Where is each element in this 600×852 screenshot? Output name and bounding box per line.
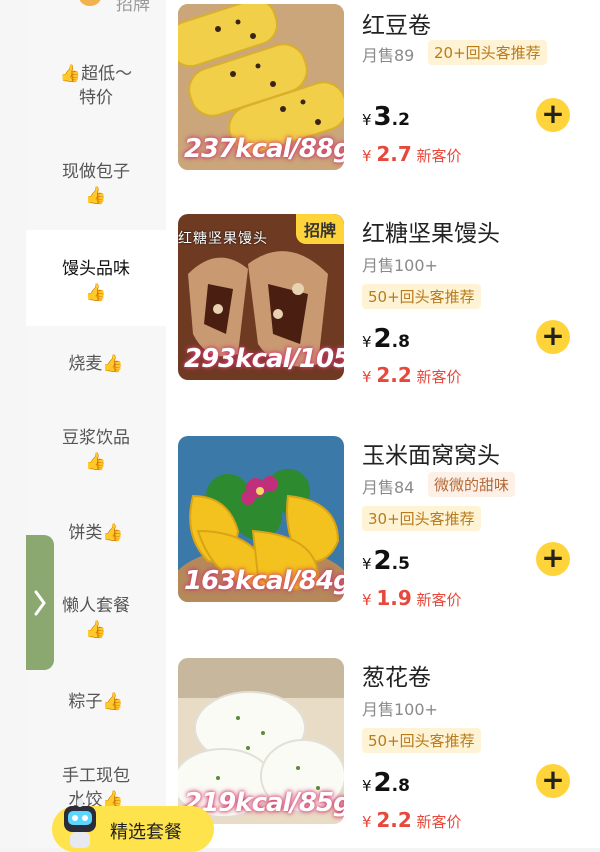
currency-symbol: ¥ (362, 368, 372, 386)
price-integer: 2 (373, 768, 392, 798)
price: ¥3.2 (362, 102, 410, 132)
new-price-value: 2.7 (376, 142, 412, 166)
repeat-customer-tag: 50+回头客推荐 (362, 728, 481, 753)
product-name: 葱花卷 (362, 665, 431, 691)
product-image[interactable]: 红糖坚果馒头 招牌 293kcal/105g (178, 214, 344, 380)
monthly-sales: 月售89 (362, 46, 415, 65)
sidebar-item-label: 特价 (79, 88, 113, 108)
new-customer-price: ¥ 2.2 新客价 (362, 363, 462, 387)
sidebar-item-baozi[interactable]: 现做包子 👍 (26, 160, 166, 220)
product-card-hongdoujuan[interactable]: 237kcal/88g 红豆卷 月售89 20+回头客推荐 ¥3.2 ¥ 2.7… (166, 2, 600, 172)
sidebar-item-mantou[interactable]: 馒头品味 👍 (26, 230, 166, 326)
image-overlay-title: 红糖坚果馒头 (178, 231, 268, 247)
add-to-cart-button[interactable]: + (536, 542, 570, 576)
sidebar-item-shaomai[interactable]: 烧麦👍 (26, 352, 166, 382)
monthly-sales: 月售100+ (362, 256, 438, 275)
product-name: 红糖坚果馒头 (362, 221, 500, 247)
sidebar-item-label: 烧麦👍 (68, 354, 124, 374)
new-price-value: 2.2 (376, 808, 412, 832)
calorie-label: 237kcal/88g (184, 134, 344, 164)
currency-symbol: ¥ (362, 591, 372, 609)
price-integer: 2 (373, 546, 392, 576)
price: ¥2.8 (362, 324, 410, 354)
sidebar-item-soymilk[interactable]: 豆浆饮品 👍 (26, 426, 166, 486)
currency-symbol: ¥ (362, 777, 372, 795)
product-name: 玉米面窝窝头 (362, 443, 500, 469)
sidebar-item-label: 👍超低～ (59, 64, 133, 84)
add-to-cart-button[interactable]: + (536, 764, 570, 798)
repeat-customer-tag: 20+回头客推荐 (428, 40, 547, 65)
new-price-label: 新客价 (416, 147, 462, 165)
sidebar-item-label: 👍 (85, 452, 107, 472)
price: ¥2.8 (362, 768, 410, 798)
product-name: 红豆卷 (362, 13, 431, 39)
currency-symbol: ¥ (362, 555, 372, 573)
featured-combo-button[interactable]: 精选套餐 (52, 798, 214, 852)
monthly-sales: 月售84 (362, 478, 415, 497)
currency-symbol: ¥ (362, 333, 372, 351)
sidebar-item-label: 馒头品味 (62, 259, 130, 279)
signature-badge: 招牌 (295, 214, 344, 244)
product-list: 237kcal/88g 红豆卷 月售89 20+回头客推荐 ¥3.2 ¥ 2.7… (166, 0, 600, 848)
calorie-label: 163kcal/84g (184, 566, 344, 596)
new-price-value: 2.2 (376, 363, 412, 387)
price: ¥2.5 (362, 546, 410, 576)
sidebar-item-special-price[interactable]: 👍超低～ 特价 (26, 62, 166, 122)
price-integer: 3 (373, 102, 392, 132)
expand-panel-tab[interactable] (26, 535, 54, 670)
chevron-right-icon (34, 590, 46, 615)
product-card-wowotou[interactable]: 163kcal/84g 玉米面窝窝头 月售84 微微的甜味 30+回头客推荐 ¥… (166, 436, 600, 610)
price-decimal: .2 (391, 110, 410, 130)
robot-mascot-icon (64, 798, 96, 848)
price-decimal: .8 (391, 332, 410, 352)
featured-combo-label: 精选套餐 (110, 822, 182, 843)
calorie-label: 293kcal/105g (184, 344, 344, 374)
new-customer-price: ¥ 2.2 新客价 (362, 808, 462, 832)
new-customer-price: ¥ 2.7 新客价 (362, 142, 462, 166)
currency-symbol: ¥ (362, 147, 372, 165)
new-price-value: 1.9 (376, 586, 412, 610)
description-tag: 微微的甜味 (428, 472, 516, 497)
price-decimal: .8 (391, 776, 410, 796)
product-card-conghuajuan[interactable]: 219kcal/85g 葱花卷 月售100+ 50+回头客推荐 ¥2.8 ¥ 2… (166, 658, 600, 832)
repeat-customer-tag: 50+回头客推荐 (362, 284, 481, 309)
sidebar-item-label: 现做包子 (62, 162, 130, 182)
sidebar-item-label: 👍 (85, 283, 107, 303)
currency-symbol: ¥ (362, 813, 372, 831)
add-to-cart-button[interactable]: + (536, 320, 570, 354)
sidebar-item-label: 粽子👍 (68, 692, 124, 712)
top-category-icon (79, 0, 101, 6)
product-card-hongtang-mantou[interactable]: 红糖坚果馒头 招牌 293kcal/105g 红糖坚果馒头 月售100+ 50+… (166, 214, 600, 387)
repeat-customer-tag: 30+回头客推荐 (362, 506, 481, 531)
add-to-cart-button[interactable]: + (536, 98, 570, 132)
new-price-label: 新客价 (416, 813, 462, 831)
sidebar-item-label: 手工现包 (62, 766, 130, 786)
price-integer: 2 (373, 324, 392, 354)
monthly-sales: 月售100+ (362, 700, 438, 719)
product-image[interactable]: 219kcal/85g (178, 658, 344, 824)
sidebar-item-top-cut[interactable]: 招牌 (116, 0, 150, 15)
new-price-label: 新客价 (416, 591, 462, 609)
sidebar-item-zongzi[interactable]: 粽子👍 (26, 690, 166, 720)
page: 招牌 👍超低～ 特价 现做包子 👍 馒头品味 👍 烧麦👍 豆浆饮品 👍 饼类👍 … (0, 0, 600, 852)
product-image[interactable]: 163kcal/84g (178, 436, 344, 602)
sidebar-item-label: 👍 (85, 186, 107, 206)
currency-symbol: ¥ (362, 111, 372, 129)
new-price-label: 新客价 (416, 368, 462, 386)
category-sidebar: 招牌 👍超低～ 特价 现做包子 👍 馒头品味 👍 烧麦👍 豆浆饮品 👍 饼类👍 … (26, 0, 166, 848)
sidebar-item-label: 豆浆饮品 (62, 428, 130, 448)
product-image[interactable]: 237kcal/88g (178, 4, 344, 170)
price-decimal: .5 (391, 554, 410, 574)
new-customer-price: ¥ 1.9 新客价 (362, 586, 462, 610)
left-gutter (0, 0, 26, 848)
